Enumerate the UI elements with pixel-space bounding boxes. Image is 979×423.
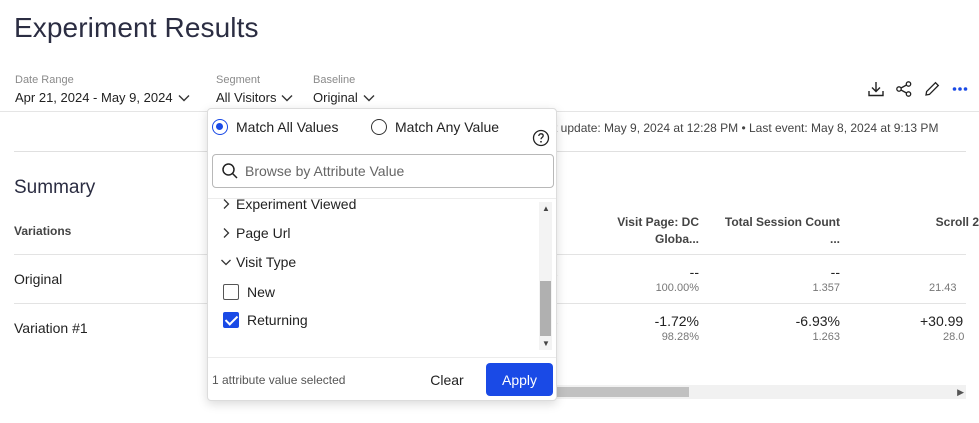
share-icon[interactable] [895,80,913,98]
scrollbar-thumb[interactable] [555,387,689,397]
tree-item-label: Page Url [236,225,291,241]
toolbar [867,80,969,98]
option-returning[interactable]: Returning [223,312,308,328]
tree-item-page-url[interactable]: Page Url [220,225,290,241]
segment-label: Segment [216,74,261,86]
column-header-line: Scroll 2 [935,215,979,229]
column-header-visit-page[interactable]: Visit Page: DC Globa... [598,214,699,248]
radio-unselected-icon [371,119,387,135]
chevron-down-icon [281,94,293,101]
horizontal-scrollbar[interactable]: ▶ [555,385,966,399]
cell-subvalue: 98.28% [661,331,699,343]
tree-item-visit-type[interactable]: Visit Type [220,254,296,270]
cell-subvalue: 28.0 [943,331,965,343]
chevron-down-icon [363,94,375,101]
table-cell: +30.99 28.0 [920,313,979,343]
segment-select[interactable]: All Visitors [216,90,293,105]
table-cell: 21.43 [906,264,979,294]
column-header-line: ... [829,232,840,246]
chevron-down-icon [221,259,231,266]
scroll-down-icon[interactable]: ▼ [542,339,550,348]
help-icon[interactable] [532,129,550,147]
option-label: Returning [247,312,308,328]
match-any-radio[interactable]: Match Any Value [371,119,499,135]
column-header-total-session-count[interactable]: Total Session Count ... [712,214,840,248]
date-range-label: Date Range [15,74,74,86]
radio-selected-icon [212,119,228,135]
last-update-text: st update: May 9, 2024 at 12:28 PM • Las… [548,121,939,135]
column-header-line: Globa... [654,232,699,246]
row-label-variation-1: Variation #1 [14,320,88,336]
segment-dropdown-panel: Match All Values Match Any Value Experim… [207,108,557,401]
clear-button[interactable]: Clear [421,364,473,396]
chevron-right-icon [223,199,230,209]
edit-icon[interactable] [923,80,941,98]
match-any-label: Match Any Value [395,119,500,135]
tree-item-label: Visit Type [236,254,297,270]
cell-subvalue: 100.00% [655,282,699,294]
option-new[interactable]: New [223,284,275,300]
scroll-right-icon[interactable]: ▶ [957,387,964,398]
column-header-scroll[interactable]: Scroll 2 [890,214,979,231]
search-icon [222,163,238,179]
tree-item-experiment-viewed[interactable]: Experiment Viewed [220,198,357,212]
attribute-search-field[interactable] [212,154,554,188]
match-mode-group: Match All Values Match Any Value [208,119,556,147]
table-cell: -1.72% 98.28% [599,313,699,343]
baseline-value: Original [313,90,358,105]
variations-header: Variations [14,224,72,238]
cell-value [906,264,979,280]
selected-count-text: 1 attribute value selected [212,373,346,387]
baseline-label: Baseline [313,74,356,86]
table-cell: -- 100.00% [599,264,699,294]
cell-value: -- [689,264,699,280]
baseline-filter: Baseline Original [313,74,375,107]
cell-subvalue: 21.43 [929,282,957,294]
attribute-tree: Experiment Viewed Page Url Visit Type Ne… [208,198,556,350]
cell-value: +30.99 [920,313,964,329]
page-title: Experiment Results [14,12,259,43]
segment-value: All Visitors [216,90,277,105]
chevron-right-icon [223,228,230,238]
panel-footer-divider [208,357,556,358]
tree-item-label: Experiment Viewed [236,198,357,212]
date-range-select[interactable]: Apr 21, 2024 - May 9, 2024 [15,90,190,105]
chevron-down-icon [178,94,190,101]
table-cell: -- 1.357 [740,264,840,294]
more-icon[interactable] [951,80,969,98]
vertical-scrollbar[interactable]: ▲ ▼ [539,202,552,350]
apply-button[interactable]: Apply [486,363,553,396]
column-header-line: Total Session Count [724,215,840,229]
checkbox-checked-icon [223,312,239,328]
baseline-select[interactable]: Original [313,90,375,105]
summary-title: Summary [14,177,96,198]
table-cell: -6.93% 1.263 [740,313,840,343]
scroll-up-icon[interactable]: ▲ [542,204,550,213]
date-range-value: Apr 21, 2024 - May 9, 2024 [15,90,173,105]
cell-value: -- [830,264,840,280]
download-icon[interactable] [867,80,885,98]
match-all-label: Match All Values [236,119,339,135]
cell-subvalue: 1.357 [812,282,840,294]
option-label: New [247,284,276,300]
scrollbar-thumb[interactable] [540,281,551,336]
search-input[interactable] [245,163,545,179]
row-label-original: Original [14,271,63,287]
cell-value: -6.93% [795,313,840,329]
date-range-filter: Date Range Apr 21, 2024 - May 9, 2024 [15,74,190,107]
column-header-line: Visit Page: DC [617,215,699,229]
segment-filter: Segment All Visitors [216,74,293,107]
checkbox-unchecked-icon [223,284,239,300]
cell-value: -1.72% [654,313,699,329]
cell-subvalue: 1.263 [812,331,840,343]
match-all-radio[interactable]: Match All Values [212,119,338,135]
